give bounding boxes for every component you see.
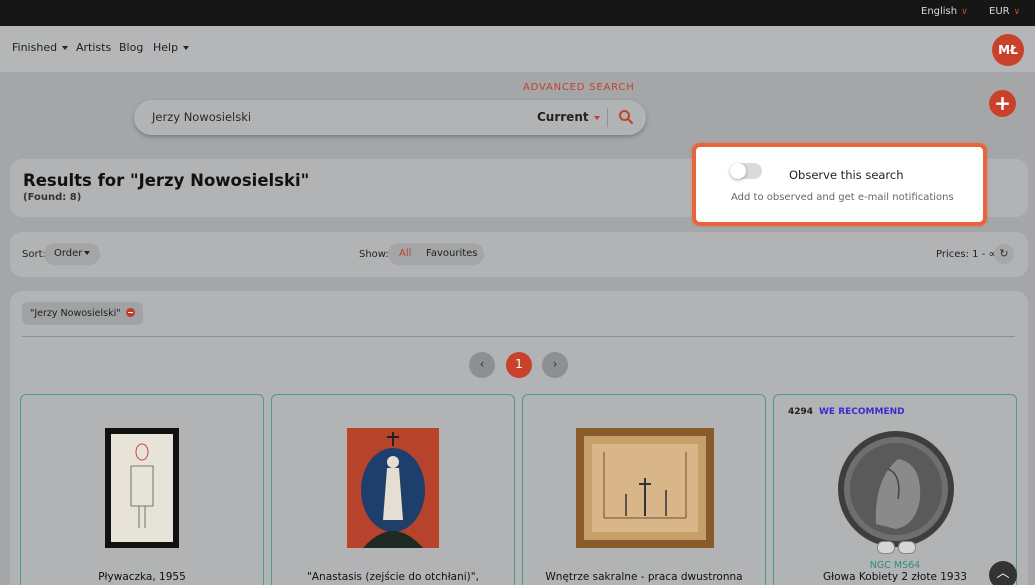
refresh-icon[interactable]: ↻ xyxy=(994,244,1014,264)
product-card[interactable]: 4294 WE RECOMMEND NGC MS64 Głowa Kobiety… xyxy=(773,394,1017,585)
toggle-knob xyxy=(730,163,746,179)
scroll-to-top-button[interactable]: ︿ xyxy=(989,561,1017,585)
sort-select[interactable]: Order xyxy=(44,243,101,265)
currency-label: EUR xyxy=(989,6,1010,17)
nav-item-label: Help xyxy=(153,41,179,54)
coin-grade: NGC MS64 xyxy=(869,560,921,571)
show-all-option[interactable]: All xyxy=(399,243,411,265)
chevron-down-icon: ∨ xyxy=(961,7,968,17)
product-card[interactable]: Pływaczka, 1955 xyxy=(20,394,264,585)
chevron-down-icon: ∨ xyxy=(1013,7,1021,17)
grading-badges xyxy=(877,539,919,558)
advanced-search-link[interactable]: ADVANCED SEARCH xyxy=(523,82,635,93)
observe-search-popup: Observe this search Add to observed and … xyxy=(692,143,987,226)
caret-down-icon xyxy=(62,46,69,50)
lot-number: 4294 xyxy=(788,407,814,417)
main-nav: Finished Artists Blog Help xyxy=(0,26,1035,72)
nav-item-artists[interactable]: Artists xyxy=(76,41,111,54)
chevron-up-icon: ︿ xyxy=(996,566,1010,581)
top-bar: English ∨ EUR ∨ xyxy=(0,0,1035,26)
product-title: "Anastasis (zejście do otchłani)", xyxy=(307,571,479,583)
search-icon[interactable] xyxy=(618,109,634,125)
plus-icon: + xyxy=(994,91,1011,115)
language-label: English xyxy=(921,6,958,17)
next-page-button[interactable]: › xyxy=(542,352,568,378)
search-input[interactable]: Jerzy Nowosielski xyxy=(152,110,251,124)
nav-item-help[interactable]: Help xyxy=(153,41,190,54)
product-card[interactable]: Wnętrze sakralne - praca dwustronna xyxy=(522,394,766,585)
caret-down-icon xyxy=(593,115,600,120)
divider xyxy=(22,336,1015,337)
filter-chip-label: "Jerzy Nowosielski" xyxy=(30,308,121,319)
nav-item-label: Finished xyxy=(12,41,58,54)
divider xyxy=(607,108,608,127)
observe-subtitle: Add to observed and get e-mail notificat… xyxy=(731,192,954,203)
nav-item-label: Artists xyxy=(76,41,112,54)
add-button[interactable]: + xyxy=(989,90,1016,117)
nav-item-finished[interactable]: Finished xyxy=(12,41,69,54)
product-image xyxy=(105,428,179,548)
user-avatar[interactable]: MŁ xyxy=(992,34,1024,66)
product-image xyxy=(347,428,439,548)
currency-selector[interactable]: EUR ∨ xyxy=(989,6,1020,17)
product-card[interactable]: "Anastasis (zejście do otchłani)", xyxy=(271,394,515,585)
sort-label: Sort: xyxy=(22,249,46,260)
listing-panel: "Jerzy Nowosielski" ‹ 1 › Pływaczka, 195… xyxy=(10,291,1028,585)
search-bar: Jerzy Nowosielski Current xyxy=(134,100,646,135)
nav-item-label: Blog xyxy=(119,41,144,54)
product-title: Wnętrze sakralne - praca dwustronna xyxy=(545,571,743,583)
search-scope-label: Current xyxy=(537,110,589,124)
search-scope-select[interactable]: Current xyxy=(537,110,600,124)
sort-value: Order xyxy=(54,248,83,259)
filter-bar: Sort: Order Show: All Favourites Prices:… xyxy=(10,232,1028,277)
page-1-button[interactable]: 1 xyxy=(506,352,532,378)
coin-image xyxy=(838,431,954,547)
recommend-badge: WE RECOMMEND xyxy=(819,407,905,417)
product-image xyxy=(576,428,714,548)
prices-filter[interactable]: Prices: 1 - ∞ xyxy=(936,249,997,260)
product-title: Głowa Kobiety 2 złote 1933 xyxy=(823,571,967,583)
product-title: Pływaczka, 1955 xyxy=(98,571,186,583)
show-label: Show: xyxy=(359,249,389,260)
caret-down-icon xyxy=(84,251,91,255)
remove-filter-icon[interactable] xyxy=(125,308,135,317)
prev-page-button[interactable]: ‹ xyxy=(469,352,495,378)
results-count: (Found: 8) xyxy=(23,192,82,203)
results-title: Results for "Jerzy Nowosielski" xyxy=(23,171,310,190)
show-toggle-group: All Favourites xyxy=(388,243,484,265)
observe-title: Observe this search xyxy=(789,168,904,182)
observe-toggle[interactable] xyxy=(730,163,762,179)
show-favourites-option[interactable]: Favourites xyxy=(426,243,478,265)
nav-item-blog[interactable]: Blog xyxy=(119,41,143,54)
active-filter-chip: "Jerzy Nowosielski" xyxy=(22,302,143,325)
language-selector[interactable]: English ∨ xyxy=(921,6,968,17)
caret-down-icon xyxy=(183,46,190,50)
ngc-badge-icon xyxy=(877,541,895,554)
certificate-icon xyxy=(898,541,916,554)
